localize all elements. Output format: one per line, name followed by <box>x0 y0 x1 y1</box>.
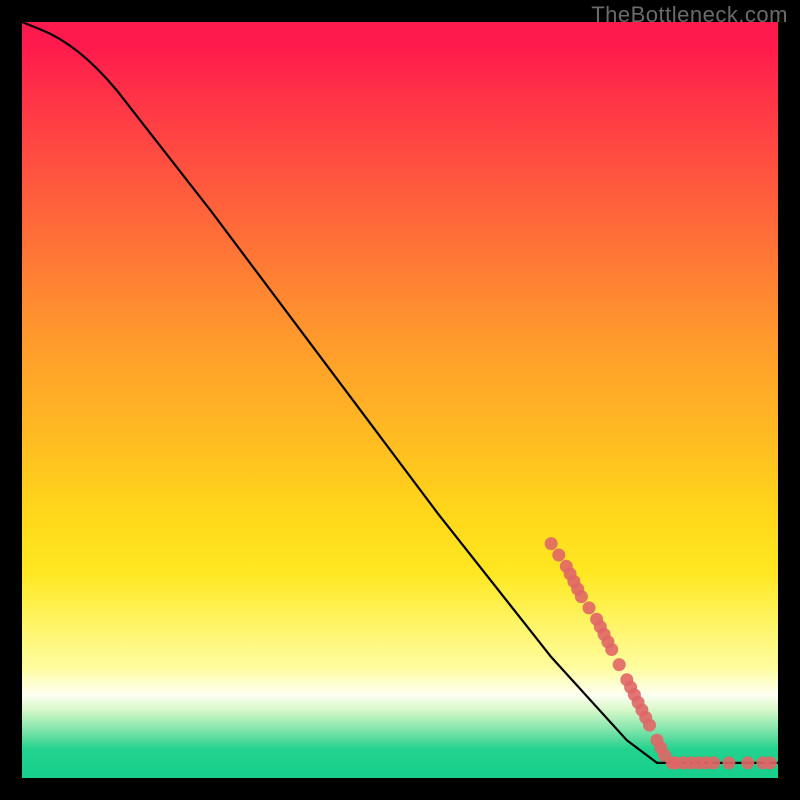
marker-dot <box>545 537 558 550</box>
marker-dot <box>575 590 588 603</box>
marker-dot <box>552 549 565 562</box>
marker-dot <box>722 756 735 769</box>
plot-area <box>22 22 778 778</box>
marker-dot <box>583 601 596 614</box>
marker-dot <box>605 643 618 656</box>
chart-frame: TheBottleneck.com <box>0 0 800 800</box>
marker-dot <box>643 719 656 732</box>
marker-dot <box>764 756 777 769</box>
marker-dot <box>613 658 626 671</box>
main-curve <box>22 22 778 763</box>
highlight-markers <box>545 537 777 769</box>
marker-dot <box>707 756 720 769</box>
watermark-text: TheBottleneck.com <box>591 2 788 28</box>
curve-layer <box>22 22 778 778</box>
marker-dot <box>741 756 754 769</box>
